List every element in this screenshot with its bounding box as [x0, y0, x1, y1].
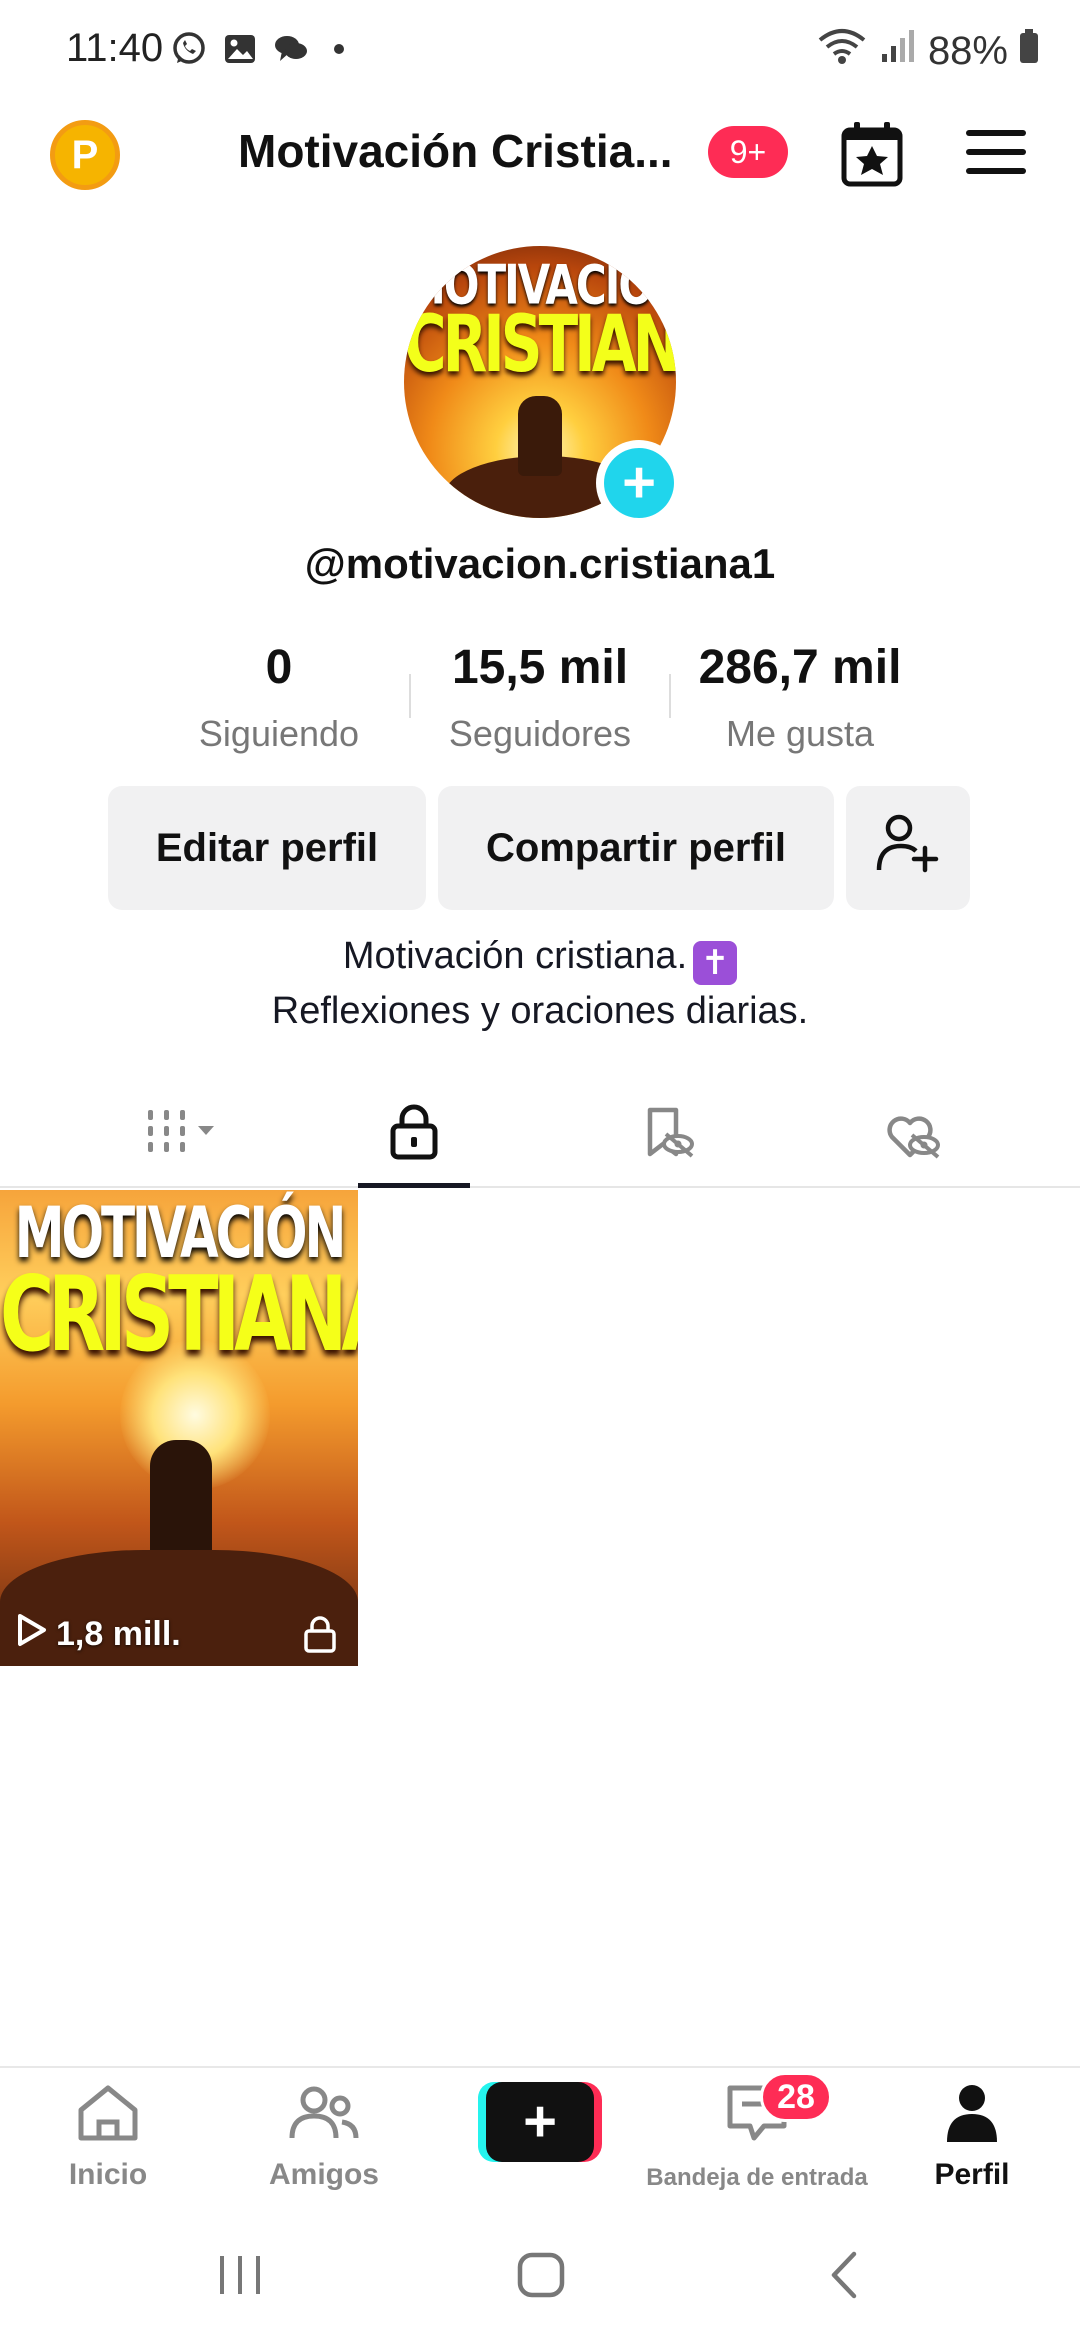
- nav-profile[interactable]: Perfil: [912, 2082, 1032, 2192]
- followers-stat[interactable]: 15,5 mil Seguidores: [440, 640, 640, 755]
- battery-percentage: 88%: [927, 28, 1008, 73]
- more-notifications-dot-icon: [324, 31, 354, 72]
- avatar-figure: [518, 396, 562, 476]
- nav-friends[interactable]: Amigos: [264, 2082, 384, 2192]
- divider: [669, 674, 671, 718]
- private-lock-icon: [302, 1614, 338, 1659]
- add-user-icon: [875, 812, 941, 884]
- profile-tabs: [0, 1084, 1080, 1188]
- add-avatar-button[interactable]: +: [596, 440, 682, 526]
- account-notification-badge[interactable]: 9+: [708, 126, 788, 178]
- home-icon: [75, 2082, 141, 2152]
- likes-stat[interactable]: 286,7 mil Me gusta: [680, 640, 920, 755]
- status-right: 88%: [816, 26, 1040, 76]
- notification-icons: [170, 30, 354, 73]
- heart-hidden-icon: [880, 1105, 944, 1168]
- profile-header: P Motivación Cristia... 9+: [0, 110, 1080, 210]
- recent-apps-icon[interactable]: [216, 2250, 264, 2305]
- bio-line-1: Motivación cristiana.: [342, 935, 688, 977]
- home-system-icon[interactable]: [516, 2250, 566, 2305]
- share-profile-button[interactable]: Compartir perfil: [438, 786, 834, 910]
- bio-line-2: Reflexiones y oraciones diarias.: [271, 990, 809, 1032]
- bookmark-hidden-icon: [638, 1104, 698, 1169]
- view-count-text: 1,8 mill.: [56, 1615, 181, 1653]
- signal-icon: [878, 26, 918, 76]
- chat-bubble-icon: [272, 31, 310, 72]
- tab-private[interactable]: [358, 1084, 470, 1188]
- nav-friends-label: Amigos: [268, 2158, 379, 2191]
- followers-label: Seguidores: [448, 713, 632, 754]
- likes-label: Me gusta: [725, 713, 875, 754]
- video-thumbnail[interactable]: MOTIVACIÓN CRISTIANA 1,8 mill.: [0, 1190, 358, 1666]
- page-title[interactable]: Motivación Cristia...: [238, 124, 673, 178]
- avatar-text-bottom: CRISTIANA: [404, 298, 676, 390]
- tab-videos[interactable]: [126, 1084, 238, 1188]
- view-count: 1,8 mill.: [14, 1612, 181, 1657]
- play-icon: [14, 1612, 48, 1657]
- nav-home[interactable]: Inicio: [48, 2082, 168, 2192]
- gallery-icon: [222, 31, 258, 72]
- profile-bio: Motivación cristiana. ✝ Reflexiones y ora…: [0, 930, 1080, 1037]
- tab-hidden-reposts[interactable]: [612, 1084, 724, 1188]
- nav-profile-label: Perfil: [934, 2158, 1010, 2191]
- lock-icon: [388, 1101, 440, 1166]
- username-handle: @motivacion.cristiana1: [304, 540, 776, 587]
- battery-icon: [1018, 28, 1040, 74]
- system-navigation-bar: [0, 2210, 1080, 2340]
- nav-home-label: Inicio: [68, 2158, 148, 2191]
- nav-inbox[interactable]: Bandeja de entrada: [640, 2082, 874, 2192]
- whatsapp-icon: [170, 30, 208, 73]
- plus-icon: +: [604, 448, 674, 518]
- promo-points-icon[interactable]: P: [50, 120, 120, 190]
- profile-icon: [941, 2082, 1003, 2152]
- likes-count: 286,7 mil: [698, 641, 902, 694]
- grid-filter-icon: [142, 1106, 222, 1167]
- back-icon[interactable]: [826, 2250, 862, 2305]
- divider: [409, 674, 411, 718]
- status-time: 11:40: [66, 26, 164, 70]
- following-stat[interactable]: 0 Siguiendo: [179, 640, 379, 755]
- plus-icon: +: [486, 2082, 594, 2162]
- thumbnail-title-bottom: CRISTIANA: [0, 1254, 358, 1376]
- following-label: Siguiendo: [198, 713, 360, 754]
- inbox-unread-badge: 28: [760, 2072, 832, 2122]
- thumbnail-person: [150, 1440, 212, 1560]
- cross-emoji-icon: ✝: [693, 941, 738, 985]
- followers-count: 15,5 mil: [451, 641, 629, 694]
- friends-icon: [288, 2082, 360, 2152]
- bottom-navigation: Inicio Amigos + Bandeja de entrada Perfi…: [0, 2066, 1080, 2210]
- edit-profile-button[interactable]: Editar perfil: [108, 786, 426, 910]
- nav-inbox-label: Bandeja de entrada: [646, 2164, 868, 2191]
- wifi-icon: [816, 26, 868, 76]
- following-count: 0: [265, 641, 293, 694]
- add-friend-button[interactable]: [846, 786, 970, 910]
- tab-hidden-likes[interactable]: [856, 1084, 968, 1188]
- profile-stats: 0 Siguiendo 15,5 mil Seguidores 286,7 mi…: [0, 640, 1080, 760]
- menu-icon[interactable]: [966, 130, 1026, 180]
- calendar-star-icon[interactable]: [840, 120, 904, 188]
- status-bar: 11:40 88%: [0, 0, 1080, 100]
- create-button[interactable]: +: [478, 2082, 602, 2162]
